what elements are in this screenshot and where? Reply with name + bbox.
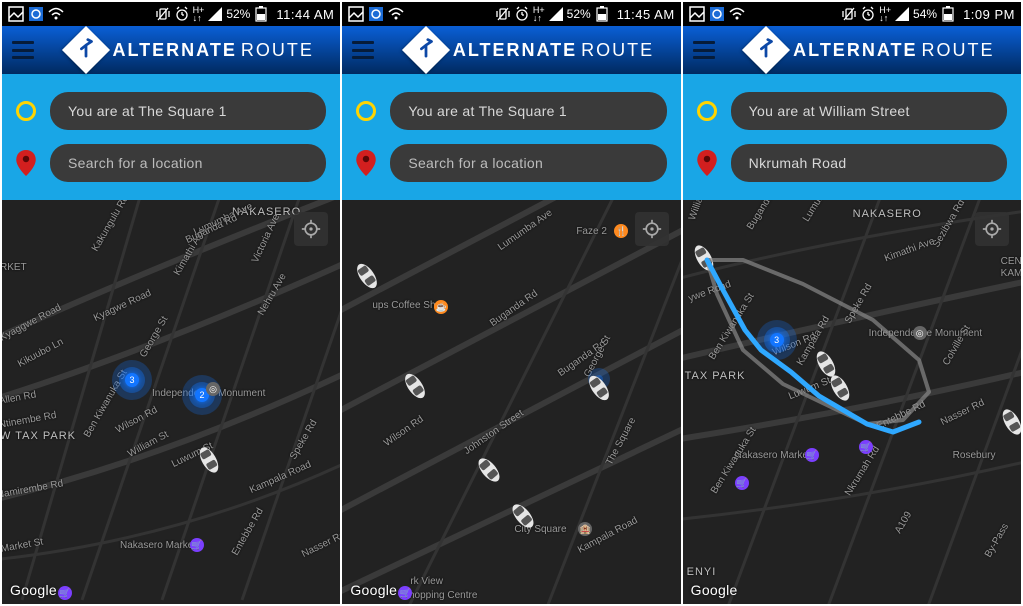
data-icon: H+↓↑	[879, 6, 891, 22]
map-view[interactable]: Faze 2Lumumba AveBuganda RdBuganda Rdups…	[342, 200, 680, 604]
app-logo: ALTERNATEROUTE	[392, 33, 670, 67]
status-bar: H+↓↑ 52% 11:44 AM	[2, 2, 340, 26]
wifi-icon	[729, 6, 745, 22]
poi-marker: ◎	[206, 382, 220, 396]
signal-icon	[894, 6, 910, 22]
search-panel	[683, 74, 1021, 200]
menu-button[interactable]	[352, 41, 374, 59]
destination-icon	[16, 150, 36, 176]
wifi-icon	[388, 6, 404, 22]
menu-button[interactable]	[12, 41, 34, 59]
clock-time: 11:45 AM	[617, 7, 675, 22]
battery-icon	[940, 6, 956, 22]
logo-icon	[742, 26, 790, 74]
brand-light: ROUTE	[241, 40, 314, 61]
app-logo: ALTERNATEROUTE	[733, 33, 1011, 67]
origin-input[interactable]	[731, 92, 1007, 130]
screen-3: H+↓↑ 54% 1:09 PM ALTERNATEROUTE NAKASERO…	[683, 2, 1021, 604]
battery-percentage: 52%	[567, 7, 591, 21]
destination-input[interactable]	[50, 144, 326, 182]
data-icon: H+↓↑	[193, 6, 205, 22]
poi-marker: 🏨	[578, 522, 592, 536]
status-bar: H+↓↑ 54% 1:09 PM	[683, 2, 1021, 26]
locate-me-button[interactable]	[294, 212, 328, 246]
app-status-icon	[709, 6, 725, 22]
search-panel	[342, 74, 680, 200]
gallery-icon	[689, 6, 705, 22]
origin-input[interactable]	[50, 92, 326, 130]
battery-percentage: 52%	[226, 7, 250, 21]
gallery-icon	[8, 6, 24, 22]
poi-marker: 🛒	[190, 538, 204, 552]
data-icon: H+↓↑	[533, 6, 545, 22]
clock-time: 1:09 PM	[963, 7, 1015, 22]
destination-input[interactable]	[731, 144, 1007, 182]
battery-percentage: 54%	[913, 7, 937, 21]
origin-icon	[16, 101, 36, 121]
app-header: ALTERNATEROUTE	[342, 26, 680, 74]
logo-icon	[402, 26, 450, 74]
poi-marker: ☕	[434, 300, 448, 314]
alarm-icon	[174, 6, 190, 22]
alarm-icon	[860, 6, 876, 22]
status-bar: H+↓↑ 52% 11:45 AM	[342, 2, 680, 26]
origin-icon	[697, 101, 717, 121]
app-header: ALTERNATEROUTE	[683, 26, 1021, 74]
destination-icon	[697, 150, 717, 176]
gallery-icon	[348, 6, 364, 22]
app-header: ALTERNATEROUTE	[2, 26, 340, 74]
logo-icon	[61, 26, 109, 74]
brand-bold: ALTERNATE	[793, 40, 917, 61]
destination-icon	[356, 150, 376, 176]
map-view[interactable]: NAKASEROW TAX PARKRKETLumumba AveVictori…	[2, 200, 340, 604]
alarm-icon	[514, 6, 530, 22]
brand-light: ROUTE	[581, 40, 654, 61]
battery-icon	[253, 6, 269, 22]
app-logo: ALTERNATEROUTE	[52, 33, 330, 67]
map-view[interactable]: NAKASEROTAX PARKENYIWilliam StRIBuganda …	[683, 200, 1021, 604]
poi-marker: 🛒	[58, 586, 72, 600]
brand-bold: ALTERNATE	[453, 40, 577, 61]
vibrate-icon	[155, 6, 171, 22]
poi-marker: 🍴	[614, 224, 628, 238]
vibrate-icon	[841, 6, 857, 22]
screen-2: H+↓↑ 52% 11:45 AM ALTERNATEROUTE	[342, 2, 680, 604]
app-status-icon	[368, 6, 384, 22]
screen-1: H+↓↑ 52% 11:44 AM ALTERNATEROUTE	[2, 2, 340, 604]
google-attribution: Google	[10, 582, 57, 598]
poi-marker: 🛒	[398, 586, 412, 600]
signal-icon	[548, 6, 564, 22]
brand-light: ROUTE	[921, 40, 994, 61]
brand-bold: ALTERNATE	[113, 40, 237, 61]
locate-me-button[interactable]	[635, 212, 669, 246]
origin-input[interactable]	[390, 92, 666, 130]
destination-input[interactable]	[390, 144, 666, 182]
clock-time: 11:44 AM	[276, 7, 334, 22]
search-panel	[2, 74, 340, 200]
vibrate-icon	[495, 6, 511, 22]
wifi-icon	[48, 6, 64, 22]
signal-icon	[207, 6, 223, 22]
menu-button[interactable]	[693, 41, 715, 59]
battery-icon	[594, 6, 610, 22]
app-status-icon	[28, 6, 44, 22]
origin-icon	[356, 101, 376, 121]
google-attribution: Google	[350, 582, 397, 598]
